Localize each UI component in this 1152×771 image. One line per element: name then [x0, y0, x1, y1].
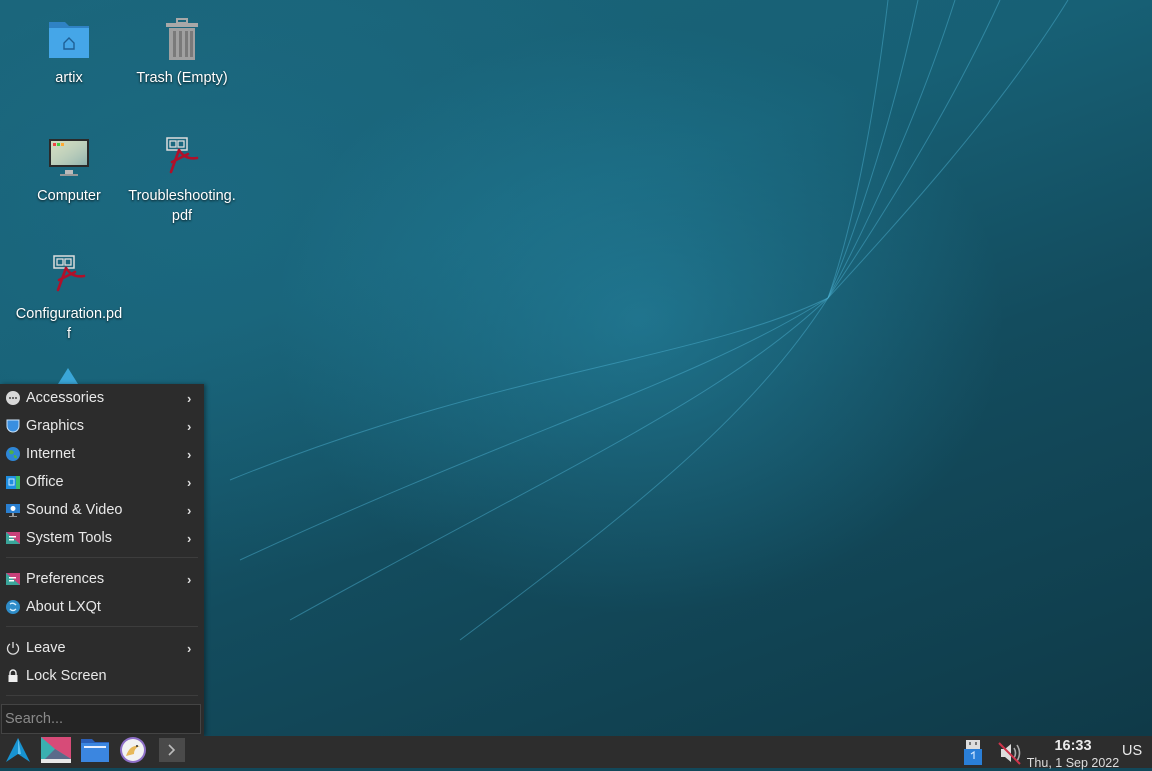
- preferences-icon: [5, 571, 21, 587]
- system-tools-icon: [5, 530, 21, 546]
- menu-item-lock-screen[interactable]: Lock Screen: [0, 662, 204, 690]
- desktop-icon-label: artix: [55, 70, 83, 86]
- show-desktop-button[interactable]: [40, 736, 72, 768]
- desktop-icon-partial-artix-logo[interactable]: [58, 368, 78, 384]
- menu-search-input[interactable]: [1, 704, 201, 734]
- chevron-right-icon: ›: [187, 446, 192, 462]
- internet-globe-icon: [5, 446, 21, 462]
- desktop-icon-label: Configuration.pdf: [15, 306, 123, 342]
- pdf-icon: [158, 134, 206, 182]
- desktop-icon-label: Computer: [37, 188, 101, 204]
- lock-icon: [5, 668, 21, 684]
- falkon-browser-icon: [119, 736, 147, 769]
- browser-button[interactable]: [117, 736, 149, 769]
- lxqt-logo-icon: [5, 599, 21, 615]
- menu-item-about-lxqt[interactable]: About LXQt: [0, 593, 204, 621]
- menu-item-leave[interactable]: Leave ›: [0, 634, 204, 662]
- removable-media-icon[interactable]: [962, 740, 984, 766]
- chevron-right-icon: ›: [187, 502, 192, 518]
- desktop-icon-label: Troubleshooting.pdf: [128, 188, 236, 224]
- trash-icon: [158, 16, 206, 64]
- terminal-icon: [158, 737, 186, 768]
- menu-item-accessories[interactable]: Accessories ›: [0, 384, 204, 412]
- keyboard-layout-indicator[interactable]: US: [1122, 743, 1142, 759]
- menu-item-office[interactable]: Office ›: [0, 468, 204, 496]
- desktop-icon-configuration-pdf[interactable]: Configuration.pdf: [14, 252, 124, 344]
- graphics-icon: [5, 418, 21, 434]
- home-folder-icon: [45, 16, 93, 64]
- accessories-icon: [5, 390, 21, 406]
- artix-menu-button[interactable]: [2, 736, 34, 769]
- chevron-right-icon: ›: [187, 571, 192, 587]
- chevron-right-icon: ›: [187, 390, 192, 406]
- menu-separator: [6, 695, 198, 696]
- application-menu: Accessories › Graphics › Internet › Offi…: [0, 384, 204, 736]
- artix-logo-icon: [4, 736, 32, 769]
- menu-separator: [6, 557, 198, 558]
- chevron-right-icon: ›: [187, 418, 192, 434]
- taskbar: [0, 736, 1152, 768]
- pdf-icon: [45, 252, 93, 300]
- desktop-icon-computer[interactable]: Computer: [14, 134, 124, 206]
- chevron-right-icon: ›: [187, 640, 192, 656]
- menu-separator: [6, 626, 198, 627]
- chevron-right-icon: ›: [187, 474, 192, 490]
- chevron-right-icon: ›: [187, 530, 192, 546]
- menu-item-graphics[interactable]: Graphics ›: [0, 412, 204, 440]
- menu-item-system-tools[interactable]: System Tools ›: [0, 524, 204, 552]
- computer-icon: [45, 134, 93, 182]
- office-icon: [5, 474, 21, 490]
- power-icon: [5, 640, 21, 656]
- desktop-icon-troubleshooting-pdf[interactable]: Troubleshooting.pdf: [127, 134, 237, 226]
- sound-video-icon: [5, 502, 21, 518]
- volume-muted-icon[interactable]: [996, 740, 1024, 766]
- menu-item-preferences[interactable]: Preferences ›: [0, 565, 204, 593]
- desktop-icon-artix[interactable]: artix: [14, 16, 124, 88]
- clock-time[interactable]: 16:33: [1030, 738, 1116, 754]
- desktop-icon-label: Trash (Empty): [136, 70, 228, 86]
- menu-item-sound-video[interactable]: Sound & Video ›: [0, 496, 204, 524]
- file-manager-button[interactable]: [79, 738, 111, 766]
- desktop-icon-trash[interactable]: Trash (Empty): [127, 16, 237, 88]
- terminal-button[interactable]: [156, 737, 188, 768]
- folder-icon: [80, 737, 110, 768]
- menu-item-internet[interactable]: Internet ›: [0, 440, 204, 468]
- desktop-icon: [41, 736, 71, 768]
